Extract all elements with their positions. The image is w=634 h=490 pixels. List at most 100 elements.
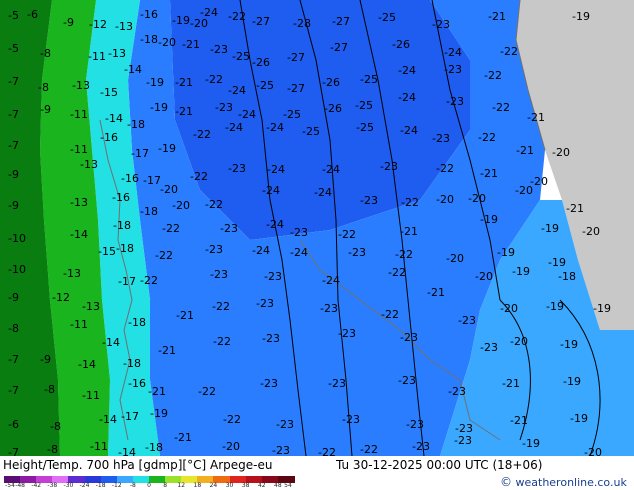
map-value-label: -24 (322, 274, 340, 287)
map-value-label: -8 (50, 420, 61, 433)
legend-tick-label: -24 (79, 482, 90, 489)
map-value-label: -19 (546, 300, 564, 313)
model-name: Arpege-eu (209, 458, 273, 472)
map-value-label: -24 (266, 218, 284, 231)
map-value-label: -23 (220, 222, 238, 235)
map-value-label: -22 (436, 162, 454, 175)
map-value-label: -24 (400, 124, 418, 137)
map-value-label: -23 (256, 297, 274, 310)
temperature-map-canvas: -5 -6-9 -12 -13-16 -19 -20-24 -22 -27 -28 -27 -25-… (0, 0, 634, 459)
map-value-label: -21 (566, 202, 584, 215)
map-value-label: -20 (436, 193, 454, 206)
map-value-label: -8 (40, 47, 51, 60)
map-value-label: -21 (527, 111, 545, 124)
legend-tick-label: 42 (257, 482, 266, 489)
map-value-label: -27 (287, 51, 305, 64)
map-value-label: -19 (150, 407, 168, 420)
map-value-label: -24 (444, 46, 462, 59)
map-value-label: -21 (427, 286, 445, 299)
map-value-label: -21 (516, 144, 534, 157)
map-value-label: -8 (8, 322, 19, 335)
map-value-label: -19 (572, 10, 590, 23)
map-value-label: -26 (324, 102, 342, 115)
map-value-label: -7 (8, 108, 19, 121)
map-value-label: -24 (290, 246, 308, 259)
map-value-label: -15 (100, 86, 118, 99)
map-value-label: -18 (558, 270, 576, 283)
map-value-label: -21 (175, 76, 193, 89)
map-value-label: -27 (252, 15, 270, 28)
map-value-label: -9 (40, 103, 51, 116)
map-value-label: -18 (116, 242, 134, 255)
temperature-color-legend: -54 -48 -42 -38 -30 -24 -18 -12 -8 0 8 12 18 24 30 38 42… (4, 476, 295, 489)
map-value-label: -22 (395, 248, 413, 261)
map-value-label: -19 (560, 338, 578, 351)
legend-tick-label: -18 (95, 482, 106, 489)
map-value-label: -23 (432, 18, 450, 31)
map-value-label: -20 (222, 440, 240, 453)
map-value-label: -23 (215, 101, 233, 114)
map-value-label: -26 (322, 76, 340, 89)
map-value-label: -11 (88, 50, 106, 63)
map-value-label: -15 (98, 245, 116, 258)
map-value-label: -23 (412, 440, 430, 453)
map-value-label: -19 (541, 222, 559, 235)
map-value-label: -23 (444, 63, 462, 76)
map-value-label: -21 (480, 167, 498, 180)
legend-tick-label: 12 (177, 482, 186, 489)
map-value-label: -21 (182, 38, 200, 51)
map-value-label: -23 (348, 246, 366, 259)
map-value-label: -21 (174, 431, 192, 444)
legend-tick-label: 0 (147, 482, 151, 489)
map-value-label: -16 (100, 131, 118, 144)
map-value-label: -20 (584, 446, 602, 456)
map-value-label: -25 (356, 121, 374, 134)
map-value-label: -23 (458, 314, 476, 327)
legend-tick-label: -38 (47, 482, 58, 489)
map-value-label: -23 (406, 418, 424, 431)
map-value-label: -20 (468, 192, 486, 205)
legend-tick-label: -48 (15, 482, 26, 489)
map-value-label: -13 (82, 300, 100, 313)
map-value-label: -25 (256, 79, 274, 92)
map-value-label: -19 (146, 76, 164, 89)
map-value-label: -9 (8, 168, 19, 181)
map-value-label: -8 (44, 383, 55, 396)
map-value-label: -23 (446, 95, 464, 108)
map-value-label: -9 (8, 199, 19, 212)
map-value-label: -20 (510, 335, 528, 348)
map-value-label: -24 (322, 163, 340, 176)
map-value-label: -24 (225, 121, 243, 134)
map-value-label: -22 (228, 10, 246, 23)
map-value-label: -13 (108, 47, 126, 60)
map-footer: Height/Temp. 700 hPa [gdmp][°C] Arpege-e… (0, 456, 634, 490)
map-value-label: -23 (276, 418, 294, 431)
map-value-label: -14 (70, 228, 88, 241)
map-value-label: -25 (378, 11, 396, 24)
map-value-label: -22 (190, 170, 208, 183)
map-value-label: -28 (293, 17, 311, 30)
site-credit[interactable]: © weatheronline.co.uk (500, 475, 627, 489)
map-valid-time: Tu 30-12-2025 00:00 UTC (18+06) (336, 458, 543, 472)
map-value-label: -18 (140, 33, 158, 46)
map-value-label: -18 (128, 316, 146, 329)
map-value-label: -19 (593, 302, 611, 315)
map-value-label: -24 (314, 186, 332, 199)
map-value-label: -12 (89, 18, 107, 31)
map-value-label: -23 (228, 162, 246, 175)
map-value-label: -24 (266, 121, 284, 134)
map-value-label: -22 (388, 266, 406, 279)
map-value-label: -7 (8, 384, 19, 397)
map-value-label: -14 (105, 112, 123, 125)
map-value-label: -25 (232, 50, 250, 63)
map-value-label: -22 (492, 101, 510, 114)
map-value-label: -20 (172, 199, 190, 212)
map-value-label: -25 (302, 125, 320, 138)
site-credit-text: weatheronline.co.uk (515, 476, 627, 489)
map-value-label: -13 (63, 267, 81, 280)
map-value-label: -25 (355, 99, 373, 112)
map-value-label: -20 (515, 184, 533, 197)
map-value-label: -12 (52, 291, 70, 304)
legend-tick-label: -54 (5, 482, 15, 489)
map-value-label: -23 (210, 43, 228, 56)
